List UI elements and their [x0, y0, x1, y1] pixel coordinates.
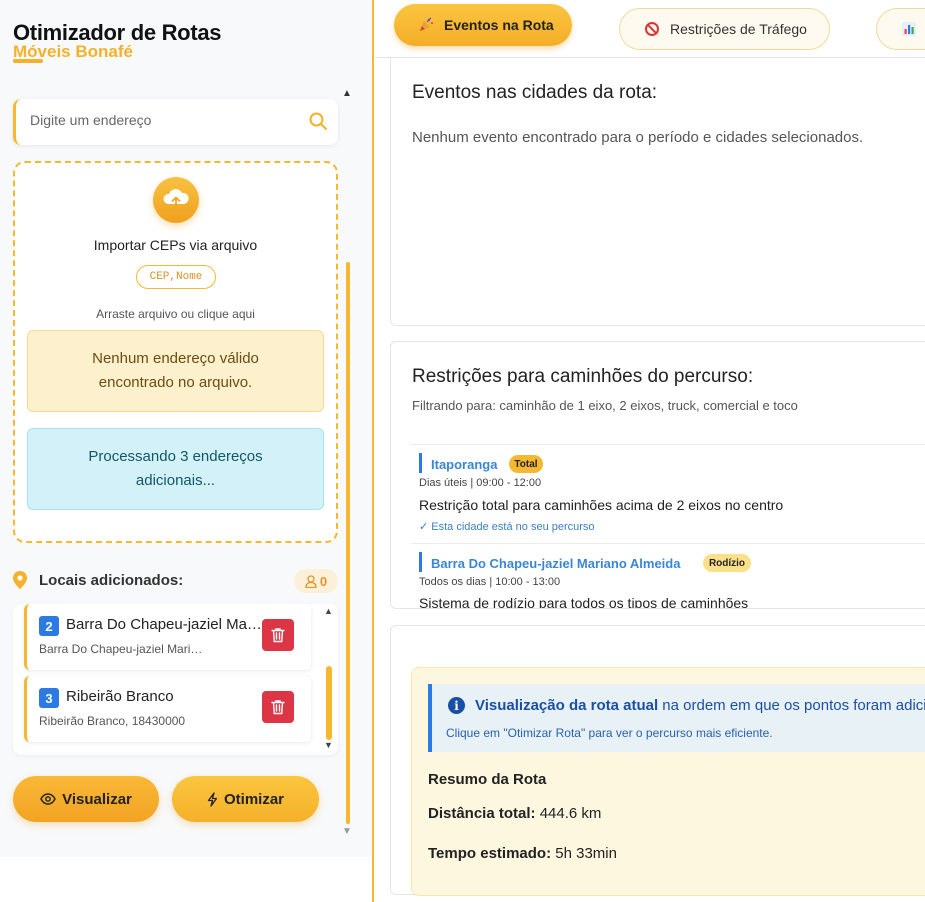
- lightning-icon: [207, 791, 218, 807]
- optimize-label: Otimizar: [223, 790, 284, 808]
- import-processing-alert: Processando 3 endereços adicionais...: [27, 428, 324, 510]
- route-summary-heading: Resumo da Rota: [428, 771, 547, 788]
- tab-estatisticas[interactable]: [876, 8, 925, 50]
- route-summary-panel: i Visualização da rota atual na ordem em…: [390, 625, 925, 896]
- sidebar-scroll-down-arrow[interactable]: ▼: [342, 826, 352, 837]
- route-summary-box: i Visualização da rota atual na ordem em…: [411, 667, 925, 896]
- location-number-badge: 2: [39, 616, 59, 636]
- party-popper-icon: [420, 17, 433, 31]
- address-search-input[interactable]: [30, 112, 290, 128]
- restriction-type-badge: Rodízio: [703, 554, 751, 572]
- restriction-accent-bar: [419, 453, 422, 473]
- locais-header: Locais adicionados: 0: [13, 569, 338, 593]
- restriction-description: Restrição total para caminhões acima de …: [419, 497, 784, 513]
- list-scrollbar-thumb[interactable]: [326, 666, 332, 740]
- search-icon[interactable]: [308, 111, 328, 131]
- delete-location-button[interactable]: [262, 619, 294, 651]
- route-info-title: Visualização da rota atual na ordem em q…: [475, 697, 925, 714]
- tab-restricoes-label: Restrições de Tráfego: [670, 21, 807, 37]
- restriction-description: Sistema de rodízio para todos os tipos d…: [419, 595, 749, 609]
- location-name: Ribeirão Branco: [66, 688, 174, 705]
- restriction-item: Barra Do Chapeu-jaziel Mariano Almeida R…: [411, 543, 925, 609]
- restriction-city[interactable]: Itaporanga: [431, 457, 497, 472]
- events-empty-message: Nenhum evento encontrado para o período …: [412, 129, 864, 146]
- tab-eventos[interactable]: Eventos na Rota: [394, 4, 572, 46]
- list-item[interactable]: 2 Barra Do Chapeu-jaziel Mariano Almeida…: [24, 604, 311, 670]
- list-scroll-down-arrow[interactable]: ▼: [324, 740, 333, 750]
- location-number-badge: 3: [39, 688, 59, 708]
- location-address: Barra Do Chapeu-jaziel Mariano Almeida: [39, 642, 209, 656]
- list-item[interactable]: 3 Ribeirão Branco Ribeirão Branco, 18430…: [24, 676, 311, 742]
- restrictions-panel: Restrições para caminhões do percurso: F…: [390, 341, 925, 609]
- events-panel: Eventos nas cidades da rota: Nenhum even…: [390, 58, 925, 326]
- locais-list: ▲ ▼ 2 Barra Do Chapeu-jaziel Mariano Alm…: [13, 604, 338, 755]
- list-scroll-up-arrow[interactable]: ▲: [324, 606, 333, 616]
- restriction-accent-bar: [419, 552, 422, 572]
- optimize-button[interactable]: Otimizar: [172, 776, 319, 822]
- trash-icon: [271, 628, 285, 643]
- tab-restricoes[interactable]: Restrições de Tráfego: [619, 8, 830, 50]
- restrictions-title: Restrições para caminhões do percurso:: [412, 366, 754, 387]
- sidebar: Otimizador de Rotas Móveis Bonafé ▲ ▼ Im…: [0, 0, 372, 857]
- map-pin-icon: [13, 571, 27, 589]
- sidebar-scroll-up-arrow[interactable]: ▲: [342, 88, 352, 99]
- route-info-hint: Clique em "Otimizar Rota" para ver o per…: [446, 726, 773, 740]
- import-warning-alert: Nenhum endereço válido encontrado no arq…: [27, 330, 324, 412]
- restriction-time: Todos os dias | 10:00 - 13:00: [419, 576, 561, 588]
- main-content: Eventos na Rota Restrições de Tráfego Ev…: [374, 0, 925, 902]
- tab-bar: Eventos na Rota Restrições de Tráfego: [374, 0, 925, 58]
- brand-underline: [13, 59, 43, 63]
- restriction-type-badge: Total: [509, 455, 543, 473]
- route-distance: Distância total: 444.6 km: [428, 805, 602, 822]
- locais-title: Locais adicionados:: [39, 572, 184, 589]
- restriction-item: Itaporanga Total Dias úteis | 09:00 - 12…: [411, 444, 925, 544]
- restriction-route-note: ✓ Esta cidade está no seu percurso: [419, 521, 595, 533]
- tab-eventos-label: Eventos na Rota: [444, 17, 554, 33]
- user-icon: [305, 574, 317, 588]
- eye-icon: [40, 793, 56, 805]
- address-search: [13, 99, 338, 145]
- restriction-city[interactable]: Barra Do Chapeu-jaziel Mariano Almeida: [431, 556, 680, 571]
- sidebar-footer-space: [0, 857, 372, 902]
- delete-location-button[interactable]: [262, 691, 294, 723]
- cloud-upload-icon: [153, 177, 199, 223]
- upload-hint: Arraste arquivo ou clique aqui: [96, 307, 255, 321]
- no-entry-icon: [645, 22, 659, 36]
- info-icon: i: [448, 697, 465, 714]
- bar-chart-icon: [902, 22, 916, 36]
- import-title: Importar CEPs via arquivo: [93, 237, 258, 253]
- visualize-label: Visualizar: [62, 790, 132, 808]
- events-title: Eventos nas cidades da rota:: [412, 82, 658, 103]
- route-info-alert: i Visualização da rota atual na ordem em…: [428, 684, 925, 752]
- restrictions-filter-text: Filtrando para: caminhão de 1 eixo, 2 ei…: [412, 398, 798, 413]
- visualize-button[interactable]: Visualizar: [13, 776, 159, 822]
- location-address: Ribeirão Branco, 18430000: [39, 714, 186, 728]
- locais-count-badge: 0: [294, 569, 338, 593]
- file-upload-dropzone[interactable]: Importar CEPs via arquivo CEP,Nome Arras…: [13, 161, 338, 543]
- sidebar-scrollbar[interactable]: [346, 262, 350, 824]
- route-time: Tempo estimado: 5h 33min: [428, 845, 617, 862]
- restriction-time: Dias úteis | 09:00 - 12:00: [419, 477, 542, 489]
- trash-icon: [271, 700, 285, 715]
- file-format-badge: CEP,Nome: [136, 265, 216, 289]
- location-name: Barra Do Chapeu-jaziel Mariano Almeida: [66, 616, 262, 633]
- locais-count: 0: [319, 573, 328, 589]
